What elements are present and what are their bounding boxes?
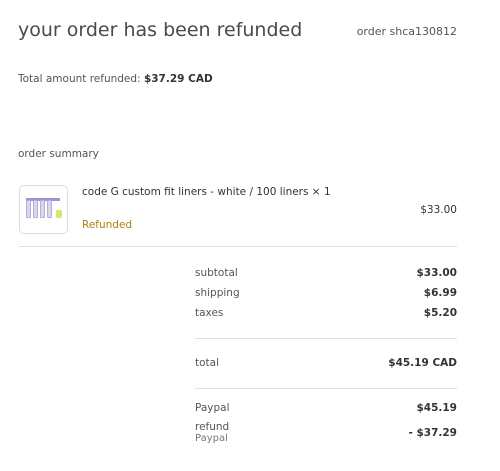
divider (19, 246, 457, 247)
product-status-badge: Refunded (82, 219, 133, 231)
shipping-label: shipping (195, 287, 240, 299)
subtotal-label: subtotal (195, 267, 238, 279)
order-number: order shca130812 (356, 25, 457, 38)
taxes-label: taxes (195, 307, 224, 319)
refund-total-line: Total amount refunded: $37.29 CAD (18, 73, 213, 85)
refund-method: Paypal (195, 433, 228, 444)
payment-amount: $45.19 (416, 402, 457, 414)
divider (195, 338, 457, 339)
product-tag (56, 210, 62, 218)
page-title: your order has been refunded (18, 19, 303, 41)
subtotal-value: $33.00 (416, 267, 457, 279)
liner-shape (33, 200, 38, 218)
liner-shape (47, 200, 52, 218)
product-price: $33.00 (420, 204, 457, 216)
total-value: $45.19 CAD (388, 357, 457, 369)
shipping-value: $6.99 (423, 287, 457, 299)
divider (195, 388, 457, 389)
payment-method-label: Paypal (195, 402, 230, 414)
product-name: code G custom fit liners - white / 100 l… (82, 186, 331, 198)
liner-shape (26, 200, 31, 218)
refund-total-amount: $37.29 CAD (143, 73, 213, 85)
order-summary-heading: order summary (18, 148, 99, 160)
refund-row-label: refund Paypal (195, 421, 229, 445)
product-image (19, 185, 68, 234)
refund-total-label: Total amount refunded: (18, 73, 141, 85)
liner-shape (40, 200, 45, 218)
refund-label: refund (195, 421, 230, 433)
total-label: total (195, 357, 220, 369)
taxes-value: $5.20 (423, 307, 457, 319)
refund-amount: - $37.29 (408, 427, 457, 439)
